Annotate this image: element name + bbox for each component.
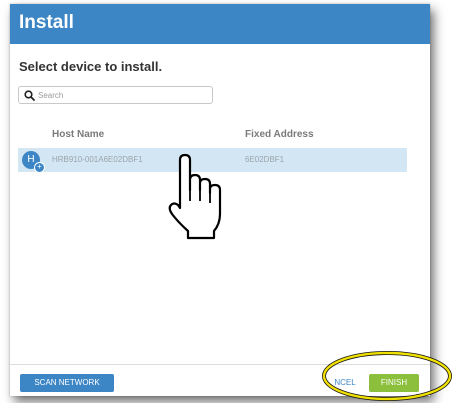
footer-divider	[10, 364, 430, 365]
search-input[interactable]	[38, 88, 208, 102]
scan-network-button[interactable]: SCAN NETWORK	[20, 374, 114, 392]
page: Install Select device to install. Host N…	[0, 0, 457, 403]
search-icon	[24, 90, 35, 101]
finish-button[interactable]: FINISH	[369, 374, 419, 392]
search-box[interactable]	[18, 86, 213, 104]
cancel-button[interactable]: NCEL	[328, 374, 362, 392]
hand-pointer-icon	[168, 153, 222, 240]
device-avatar: H +	[22, 151, 45, 173]
dialog-title: Install	[19, 12, 74, 33]
avatar-letter: H	[27, 154, 35, 165]
fixed-address-cell: 6E02DBF1	[245, 155, 285, 164]
add-badge-icon: +	[34, 162, 45, 173]
column-header-fixed-address[interactable]: Fixed Address	[245, 129, 314, 140]
column-header-host-name[interactable]: Host Name	[52, 129, 104, 140]
dialog-titlebar: Install	[10, 4, 430, 44]
host-name-cell: HRB910-001A6E02DBF1	[52, 155, 143, 164]
dialog-subtitle: Select device to install.	[19, 59, 163, 74]
